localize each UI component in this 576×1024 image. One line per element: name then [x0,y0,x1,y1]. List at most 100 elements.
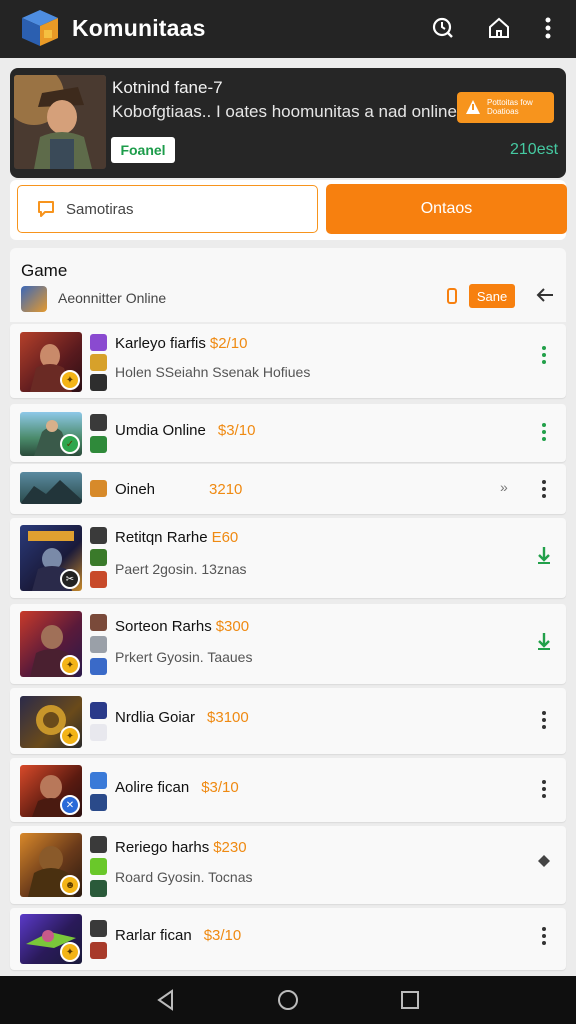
promo-line-2: Doatioas [487,107,519,116]
row-title: Retitqn Rarhe E60 [115,529,239,546]
home-icon[interactable] [485,14,513,42]
section-header: Game Aeonnitter Online Sane [10,248,566,322]
system-nav-bar [0,976,576,1024]
row-price: $300 [215,618,250,635]
app-title: Komunitaas [72,15,206,41]
section-subtitle: Aeonnitter Online [58,290,167,306]
row-subtitle: Prkert Gyosin. Taaues [115,649,253,665]
game-thumbnail: ☻ [20,833,82,897]
recents-icon[interactable] [398,988,422,1012]
list-item[interactable]: ✕ Aolire fican $3/10 [10,758,566,822]
more-vert-icon[interactable] [536,421,552,443]
search-tab[interactable]: Samotiras [17,185,318,233]
list-item[interactable]: ✦ Nrdlia Goiar $3100 [10,688,566,754]
home-circle-icon[interactable] [276,988,300,1012]
featured-game-art [14,75,106,169]
online-tab[interactable]: Ontaos [326,184,567,234]
featured-banner[interactable]: Kotnind fane-7 Kobofgtiaas.. I oates hoo… [10,68,566,178]
row-title: Rarlar fican $3/10 [115,927,242,944]
clock-search-icon[interactable] [429,14,457,42]
row-title: Karleyo fiarfis $2/10 [115,335,248,352]
gold-badge-icon: ✦ [60,655,80,675]
row-subtitle: Holen SSeiahn Ssenak Hofiues [115,364,311,380]
game-thumbnail: ✂ [20,525,82,591]
list-item[interactable]: ✦ Karleyo fiarfis $2/10 Holen SSeiahn Sse… [10,324,566,398]
back-icon[interactable] [154,988,178,1012]
role-icon [90,636,107,653]
app-logo-icon [18,8,60,48]
promo-line-1: Pottoitas fow [487,98,533,107]
list-item[interactable]: ✂ Retitqn Rarhe E60 Paert 2gosin. 13znas [10,518,566,598]
list-item[interactable]: ☻ Reriego harhs $230 Roard Gyosin. Tocnas [10,826,566,904]
arrow-left-icon[interactable] [534,284,556,311]
row-price: $3/10 [203,927,242,944]
list-item[interactable]: ✦ Rarlar fican $3/10 [10,908,566,970]
more-vert-icon[interactable] [536,478,552,500]
row-price: E60 [211,529,239,546]
row-subtitle: Roard Gyosin. Tocnas [115,869,253,885]
row-title: Umdia Online $3/10 [115,422,256,439]
more-vert-icon[interactable] [534,14,562,42]
list-item[interactable]: ✓ Umdia Online $3/10 [10,404,566,462]
warning-icon [465,99,481,117]
gold-badge-icon: ✦ [60,726,80,746]
row-price: $2/10 [209,335,248,352]
green-badge-icon: ✓ [60,434,80,454]
row-price: 3210 [209,481,243,498]
phone-icon [447,288,457,304]
class-icon [90,920,107,937]
game-thumbnail: ✦ [20,914,82,964]
role-icon [90,858,107,875]
segment-control: Samotiras Ontaos [10,180,567,240]
more-vert-icon[interactable] [536,344,552,366]
class-icon [90,480,107,497]
gold-badge-icon: ✦ [60,370,80,390]
class-icon [90,414,107,431]
more-vert-icon[interactable] [536,778,552,800]
game-thumbnail: ✓ [20,412,82,456]
class-icon [90,527,107,544]
row-title: Reriego harhs $230 [115,839,247,856]
row-price: $3100 [207,709,249,726]
class-icon [90,772,107,789]
game-thumbnail: ✦ [20,696,82,748]
diamond-icon[interactable] [536,850,552,872]
section-title: Game [21,261,68,280]
rank-icon [90,374,107,391]
download-icon[interactable] [536,544,552,566]
game-thumbnail: ✕ [20,765,82,817]
class-icon [90,614,107,631]
class-icon [90,836,107,853]
section-badge[interactable]: Sane [469,284,515,308]
role-icon [90,724,107,741]
chevron-double-right-icon[interactable]: » [500,479,508,495]
game-cube-icon [21,286,47,312]
promo-button[interactable]: Pottoitas fow Doatioas [457,92,554,123]
role-icon [90,942,107,959]
download-icon[interactable] [536,630,552,652]
game-thumbnail: ✦ [20,332,82,392]
row-title: Aolire fican $3/10 [115,779,239,796]
row-title: Oineh 3210 [115,481,243,498]
more-vert-icon[interactable] [536,709,552,731]
class-icon [90,334,107,351]
row-price: $3/10 [217,422,256,439]
more-vert-icon[interactable] [536,925,552,947]
banner-subtitle: Kobofgtiaas.. I oates hoomunitas a nad o… [112,102,457,121]
rank-icon [90,658,107,675]
row-title: Sorteon Rarhs $300 [115,618,250,635]
role-icon [90,549,107,566]
gold-badge-icon: ✦ [60,942,80,962]
row-price: $3/10 [201,779,239,796]
role-icon [90,436,107,453]
gold-badge-icon: ☻ [60,875,80,895]
scissors-badge-icon: ✂ [60,569,80,589]
row-price: $230 [213,839,247,856]
banner-button[interactable]: Foanel [111,137,175,163]
role-icon [90,794,107,811]
rank-icon [90,571,107,588]
chat-search-icon [35,198,57,225]
game-thumbnail: ✦ [20,611,82,677]
list-item[interactable]: ✦ Sorteon Rarhs $300 Prkert Gyosin. Taaue… [10,604,566,684]
list-item[interactable]: Oineh 3210 » [10,464,566,514]
